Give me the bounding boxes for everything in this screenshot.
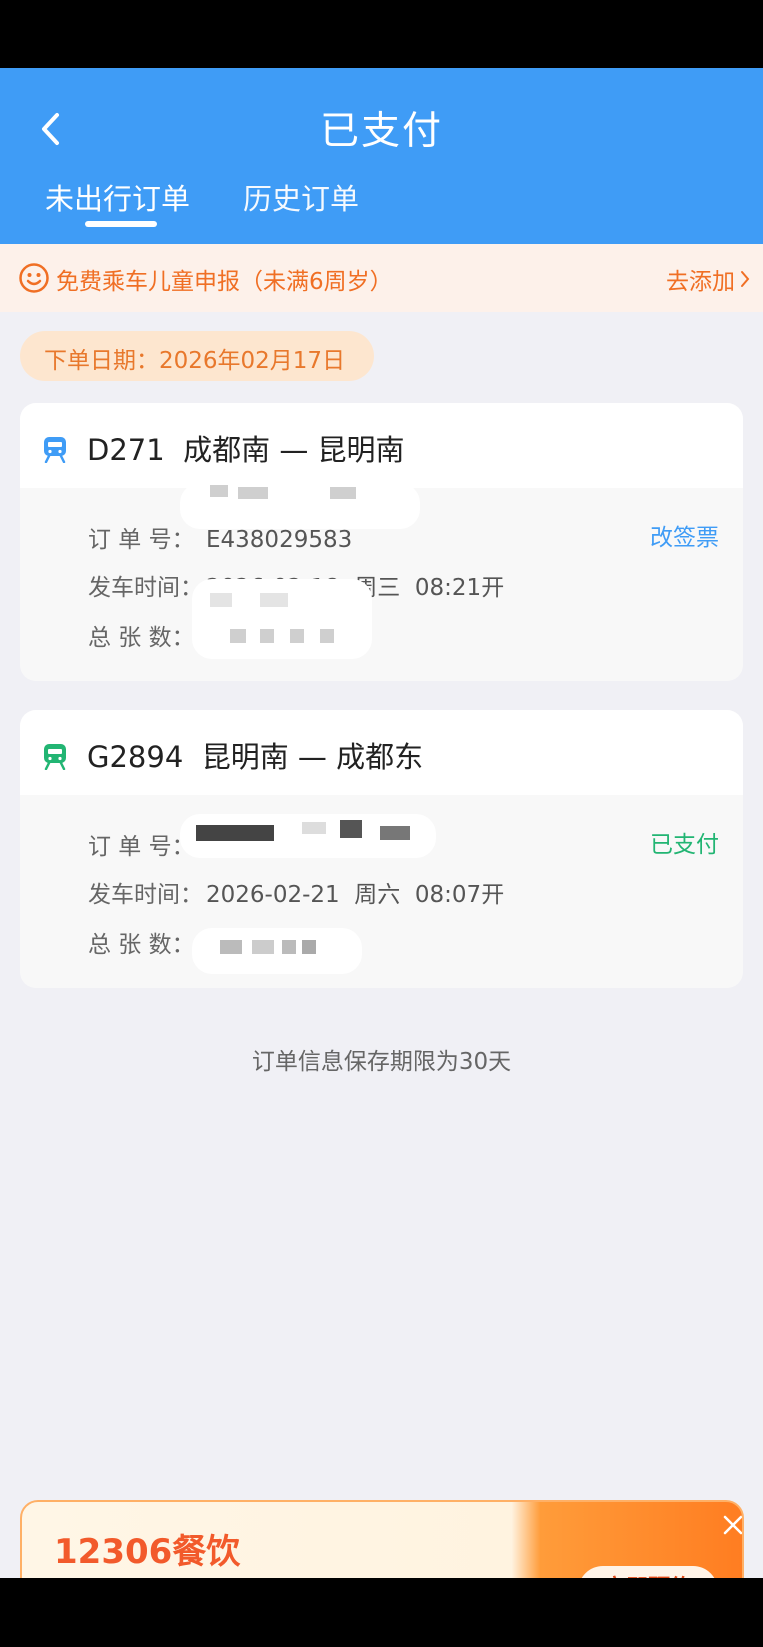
train-route: D271 成都南 — 昆明南 xyxy=(87,433,405,467)
ticket-count-label: 总 张 数： xyxy=(88,932,195,958)
navigation-bar xyxy=(0,1578,763,1647)
header: 已支付 未出行订单 历史订单 xyxy=(0,68,763,244)
tab-upcoming-orders[interactable]: 未出行订单 xyxy=(45,176,190,218)
redaction-mask xyxy=(192,579,372,659)
train-route: G2894 昆明南 — 成都东 xyxy=(87,740,424,774)
redaction-pixel xyxy=(302,940,316,954)
order-card-header: G2894 昆明南 — 成都东 xyxy=(20,710,743,795)
status-badge[interactable]: 已支付 xyxy=(650,825,719,859)
redaction-pixel xyxy=(210,485,228,497)
redaction-pixel xyxy=(238,487,268,499)
smiley-icon xyxy=(19,263,49,293)
ticket-count-label: 总 张 数： xyxy=(88,625,195,651)
notice-text: 免费乘车儿童申报（未满6周岁） xyxy=(56,269,393,295)
child-report-notice[interactable]: 免费乘车儿童申报（未满6周岁） 去添加 xyxy=(0,244,763,312)
redaction-pixel xyxy=(210,593,232,607)
order-card[interactable]: G2894 昆明南 — 成都东 订 单 号： 发车时间： 2026-02-21 周… xyxy=(20,710,743,988)
active-tab-indicator xyxy=(85,221,157,227)
page-title: 已支付 xyxy=(319,109,443,154)
redaction-mask xyxy=(192,928,362,974)
redaction-pixel xyxy=(282,940,296,954)
departure-label: 发车时间： xyxy=(88,575,203,601)
train-icon xyxy=(44,744,66,770)
tab-history-orders[interactable]: 历史订单 xyxy=(243,176,359,218)
redaction-pixel xyxy=(330,487,356,499)
banner-title: 12306餐饮 xyxy=(54,1532,241,1572)
status-bar xyxy=(0,0,763,68)
redaction-pixel xyxy=(260,593,288,607)
departure-label: 发车时间： xyxy=(88,882,203,908)
departure-value: 2026-02-21 周六 08:07开 xyxy=(206,882,505,908)
order-number-value: E438029583 xyxy=(206,527,353,553)
redaction-pixel xyxy=(230,629,246,643)
redaction-pixel xyxy=(340,820,362,838)
order-card[interactable]: D271 成都南 — 昆明南 订 单 号：E438029583 发车时间：202… xyxy=(20,403,743,681)
order-card-header: D271 成都南 — 昆明南 xyxy=(20,403,743,488)
redaction-pixel xyxy=(290,629,304,643)
status-badge[interactable]: 改签票 xyxy=(650,518,719,552)
add-child-link[interactable]: 去添加 xyxy=(666,262,735,296)
redaction-pixel xyxy=(260,629,274,643)
redaction-pixel xyxy=(252,940,274,954)
train-icon xyxy=(44,437,66,463)
order-date-text: 下单日期：2026年02月17日 xyxy=(44,348,346,374)
retention-note: 订单信息保存期限为30天 xyxy=(251,1049,512,1075)
order-date-badge: 下单日期：2026年02月17日 xyxy=(20,331,374,381)
redaction-pixel xyxy=(220,940,242,954)
redaction-pixel xyxy=(380,826,410,840)
redaction-pixel xyxy=(320,629,334,643)
departure-row: 发车时间： 2026-02-21 周六 08:07开 xyxy=(88,875,504,909)
close-icon[interactable] xyxy=(722,1514,744,1536)
redaction-pixel xyxy=(302,822,326,834)
redaction-pixel xyxy=(196,825,274,841)
chevron-right-icon xyxy=(741,271,750,287)
